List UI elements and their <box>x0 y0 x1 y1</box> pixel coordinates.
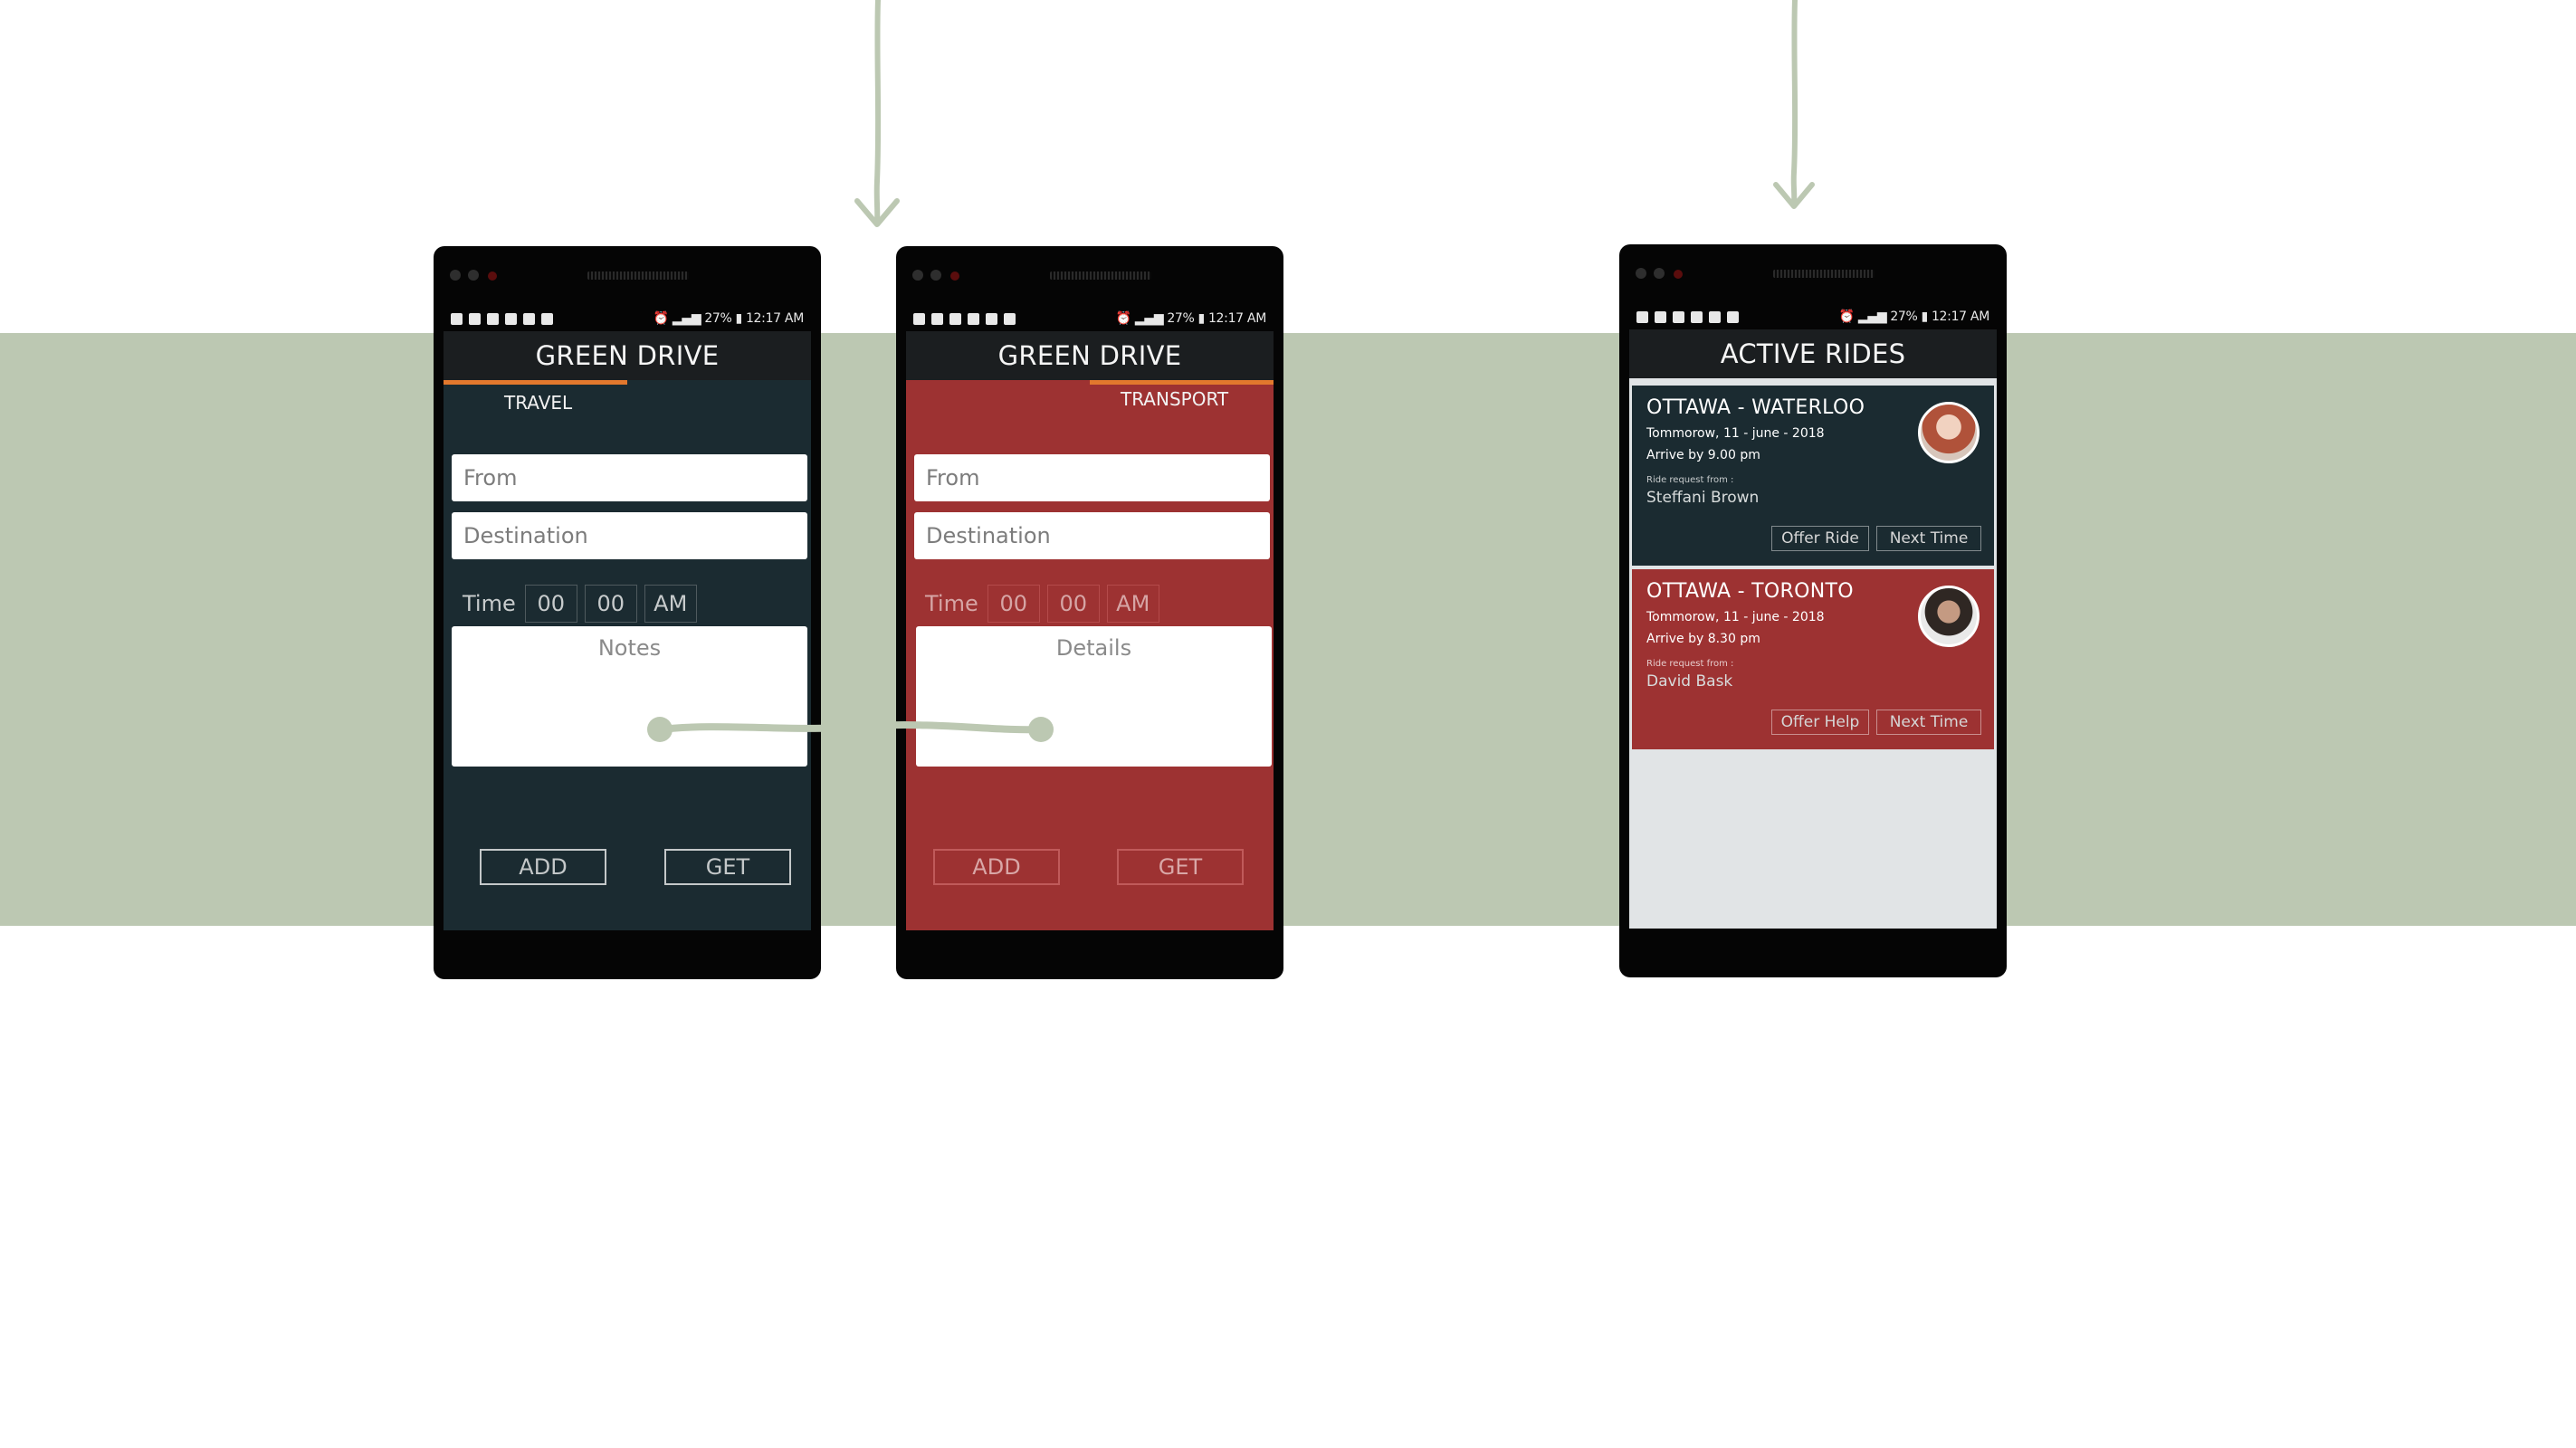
flow-overlay <box>647 0 1815 742</box>
flow-arrow-line <box>1790 0 1798 205</box>
connector-node <box>647 717 673 742</box>
connector-line <box>656 721 1045 734</box>
flow-arrow-line <box>873 0 882 224</box>
connector-node <box>1028 717 1054 742</box>
